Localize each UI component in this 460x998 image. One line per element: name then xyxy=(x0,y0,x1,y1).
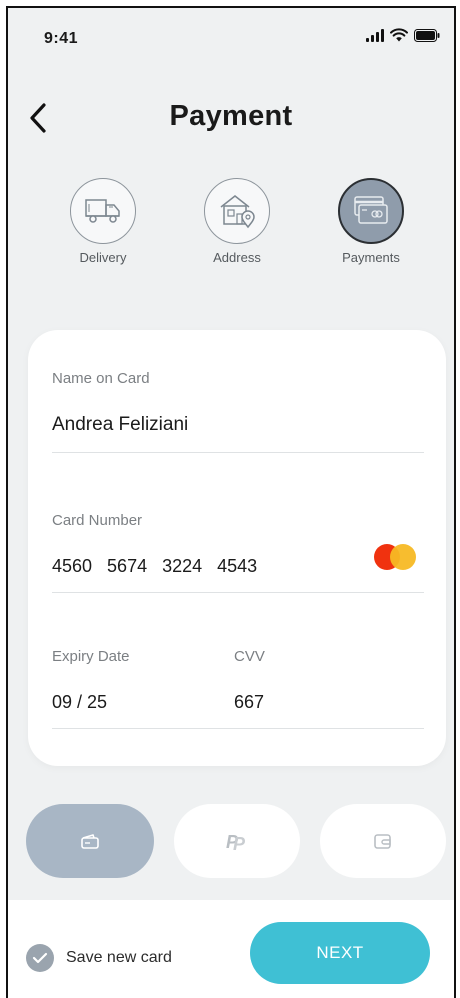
divider xyxy=(52,592,424,593)
step-address[interactable]: Address xyxy=(182,178,292,265)
wallet-icon xyxy=(374,834,391,849)
divider xyxy=(52,452,424,453)
signal-icon xyxy=(366,28,384,42)
step-delivery[interactable]: Delivery xyxy=(48,178,158,265)
card-form: Name on Card Andrea Feliziani Card Numbe… xyxy=(28,330,446,766)
status-icons xyxy=(366,28,440,42)
save-card-checkbox[interactable]: Save new card xyxy=(26,944,172,972)
save-card-label: Save new card xyxy=(66,949,172,966)
phone-screen: 9:41 Payment Delivery Address Payments N… xyxy=(6,6,456,998)
name-on-card-label: Name on Card xyxy=(52,370,150,387)
battery-icon xyxy=(414,28,440,42)
payment-methods: P P xyxy=(8,804,454,878)
paypal-icon: P P xyxy=(226,832,246,852)
cvv-input[interactable]: 667 xyxy=(234,686,424,726)
truck-icon xyxy=(85,199,120,223)
cvv-value: 667 xyxy=(234,692,265,712)
card-number-input[interactable]: 4560 5674 3224 4543 xyxy=(52,548,372,588)
svg-text:P: P xyxy=(233,834,246,852)
expiry-date-value: 09 / 25 xyxy=(52,692,108,712)
card-number-value: 4560 5674 3224 4543 xyxy=(52,556,258,576)
expiry-date-input[interactable]: 09 / 25 xyxy=(52,686,212,726)
cvv-label: CVV xyxy=(234,648,265,665)
mastercard-icon xyxy=(374,544,416,570)
status-time: 9:41 xyxy=(44,30,79,47)
card-icon xyxy=(81,834,99,849)
divider xyxy=(52,728,424,729)
step-label-payments: Payments xyxy=(342,250,400,265)
wifi-icon xyxy=(390,28,408,42)
method-paypal-button[interactable]: P P xyxy=(174,804,300,878)
expiry-date-label: Expiry Date xyxy=(52,648,130,665)
step-label-delivery: Delivery xyxy=(79,250,127,265)
bottom-bar: Save new card NEXT xyxy=(8,900,454,998)
page-title: Payment xyxy=(169,100,293,132)
checkmark-icon xyxy=(26,944,54,972)
next-button[interactable]: NEXT xyxy=(250,922,430,984)
step-label-address: Address xyxy=(213,250,261,265)
step-payments[interactable]: Payments xyxy=(316,178,426,265)
card-number-label: Card Number xyxy=(52,512,143,529)
name-on-card-input[interactable]: Andrea Feliziani xyxy=(52,408,424,448)
header-panel: 9:41 Payment Delivery Address Payments xyxy=(8,8,454,310)
name-on-card-value: Andrea Feliziani xyxy=(52,414,189,435)
status-bar: 9:41 xyxy=(8,8,454,64)
method-wallet-button[interactable] xyxy=(320,804,446,878)
method-card-button[interactable] xyxy=(26,804,154,878)
cards-icon xyxy=(354,196,388,224)
house-location-icon xyxy=(220,195,255,229)
